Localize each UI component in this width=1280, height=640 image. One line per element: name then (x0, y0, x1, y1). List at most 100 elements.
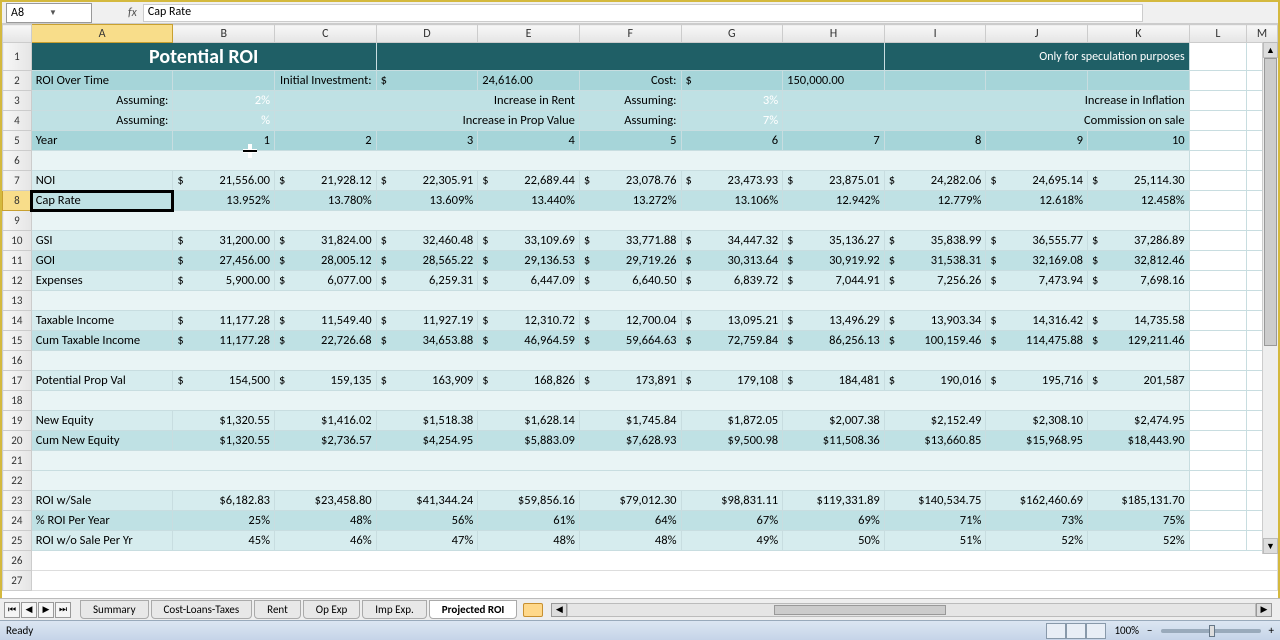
data-cell[interactable]: $33,109.69 (478, 231, 580, 251)
data-cell[interactable]: 52% (1088, 531, 1190, 551)
data-cell[interactable]: $11,177.28 (173, 331, 275, 351)
data-cell[interactable]: $195,716 (986, 371, 1088, 391)
data-cell[interactable]: $11,927.19 (376, 311, 478, 331)
data-cell[interactable]: $32,169.08 (986, 251, 1088, 271)
data-cell[interactable]: $6,182.83 (173, 491, 275, 511)
fx-icon[interactable]: fx (128, 6, 137, 20)
data-cell[interactable]: $168,826 (478, 371, 580, 391)
row-label[interactable]: ROI w/Sale (31, 491, 173, 511)
data-cell[interactable]: $18,443.90 (1088, 431, 1190, 451)
data-cell[interactable]: 48% (275, 511, 377, 531)
data-cell[interactable]: $59,856.16 (478, 491, 580, 511)
data-cell[interactable]: $41,344.24 (376, 491, 478, 511)
column-header[interactable]: B (173, 25, 275, 43)
row-label[interactable]: GOI (31, 251, 173, 271)
data-cell[interactable]: $162,460.69 (986, 491, 1088, 511)
data-cell[interactable]: $24,695.14 (986, 171, 1088, 191)
sheet-tab[interactable]: Op Exp (303, 600, 360, 619)
data-cell[interactable]: $1,872.05 (681, 411, 783, 431)
data-cell[interactable]: $173,891 (579, 371, 681, 391)
column-header[interactable]: D (376, 25, 478, 43)
data-cell[interactable]: $100,159.46 (884, 331, 986, 351)
column-header[interactable]: A (31, 25, 173, 43)
data-cell[interactable]: $22,689.44 (478, 171, 580, 191)
data-cell[interactable]: $7,698.16 (1088, 271, 1190, 291)
data-cell[interactable]: $184,481 (783, 371, 885, 391)
column-header[interactable]: J (986, 25, 1088, 43)
data-cell[interactable]: $119,331.89 (783, 491, 885, 511)
data-cell[interactable]: $24,282.06 (884, 171, 986, 191)
row-label[interactable]: Cum New Equity (31, 431, 173, 451)
data-cell[interactable]: $4,254.95 (376, 431, 478, 451)
data-cell[interactable]: $32,460.48 (376, 231, 478, 251)
sheet-tab[interactable]: Projected ROI (429, 600, 518, 619)
data-cell[interactable]: $23,875.01 (783, 171, 885, 191)
data-cell[interactable]: 52% (986, 531, 1088, 551)
data-cell[interactable]: $27,456.00 (173, 251, 275, 271)
data-cell[interactable]: 13.780% (275, 191, 377, 211)
data-cell[interactable]: $14,316.42 (986, 311, 1088, 331)
data-cell[interactable]: $11,549.40 (275, 311, 377, 331)
data-cell[interactable]: 13.609% (376, 191, 478, 211)
data-cell[interactable]: 12.779% (884, 191, 986, 211)
new-sheet-icon[interactable] (523, 603, 543, 617)
row-label[interactable]: GSI (31, 231, 173, 251)
data-cell[interactable]: $201,587 (1088, 371, 1190, 391)
data-cell[interactable]: $37,286.89 (1088, 231, 1190, 251)
column-header[interactable]: C (275, 25, 377, 43)
data-cell[interactable]: 13.106% (681, 191, 783, 211)
data-cell[interactable]: $114,475.88 (986, 331, 1088, 351)
data-cell[interactable]: $6,839.72 (681, 271, 783, 291)
zoom-out-icon[interactable]: − (1147, 624, 1152, 637)
data-cell[interactable]: $1,320.55 (173, 431, 275, 451)
column-header[interactable] (3, 25, 32, 43)
sheet-tab[interactable]: Cost-Loans-Taxes (151, 600, 253, 619)
sheet-tab[interactable]: Summary (80, 600, 149, 619)
data-cell[interactable]: 75% (1088, 511, 1190, 531)
data-cell[interactable]: $13,660.85 (884, 431, 986, 451)
horizontal-scrollbar[interactable]: ◀ ▶ (551, 603, 1272, 617)
vertical-scrollbar[interactable]: ▲ ▼ (1262, 42, 1278, 554)
data-cell[interactable]: $179,108 (681, 371, 783, 391)
data-cell[interactable]: 69% (783, 511, 885, 531)
data-cell[interactable]: $59,664.63 (579, 331, 681, 351)
commission-pct[interactable]: 7% (681, 111, 783, 131)
inflation-pct[interactable]: 3% (681, 91, 783, 111)
column-header[interactable]: F (579, 25, 681, 43)
row-label[interactable]: Expenses (31, 271, 173, 291)
column-header[interactable]: M (1247, 25, 1278, 43)
data-cell[interactable]: $5,883.09 (478, 431, 580, 451)
sheet-tab[interactable]: Imp Exp. (362, 600, 427, 619)
data-cell[interactable]: $1,416.02 (275, 411, 377, 431)
data-cell[interactable]: 48% (579, 531, 681, 551)
data-cell[interactable]: $28,565.22 (376, 251, 478, 271)
data-cell[interactable]: 48% (478, 531, 580, 551)
tab-first-icon[interactable]: ⏮ (4, 602, 20, 618)
data-cell[interactable]: 71% (884, 511, 986, 531)
spreadsheet-grid[interactable]: ABCDEFGHIJKLM 1 Potential ROI Only for s… (2, 24, 1278, 596)
data-cell[interactable]: $86,256.13 (783, 331, 885, 351)
data-cell[interactable]: $12,700.04 (579, 311, 681, 331)
scroll-down-icon[interactable]: ▼ (1263, 538, 1278, 554)
column-header[interactable]: K (1088, 25, 1190, 43)
zoom-slider[interactable] (1161, 629, 1261, 633)
scroll-up-icon[interactable]: ▲ (1263, 42, 1278, 58)
data-cell[interactable]: $33,771.88 (579, 231, 681, 251)
scroll-thumb[interactable] (1264, 58, 1277, 346)
data-cell[interactable]: $46,964.59 (478, 331, 580, 351)
data-cell[interactable]: $32,812.46 (1088, 251, 1190, 271)
column-header[interactable]: L (1189, 25, 1246, 43)
data-cell[interactable]: $159,135 (275, 371, 377, 391)
data-cell[interactable]: $11,177.28 (173, 311, 275, 331)
formula-input[interactable]: Cap Rate (143, 4, 1143, 22)
data-cell[interactable]: $34,447.32 (681, 231, 783, 251)
data-cell[interactable]: $22,305.91 (376, 171, 478, 191)
data-cell[interactable]: 47% (376, 531, 478, 551)
scroll-left-icon[interactable]: ◀ (551, 603, 567, 617)
scroll-thumb[interactable] (774, 605, 946, 615)
column-header[interactable]: G (681, 25, 783, 43)
data-cell[interactable]: $13,095.21 (681, 311, 783, 331)
row-label[interactable]: Cum Taxable Income (31, 331, 173, 351)
column-header[interactable]: E (478, 25, 580, 43)
row-label[interactable]: Potential Prop Val (31, 371, 173, 391)
